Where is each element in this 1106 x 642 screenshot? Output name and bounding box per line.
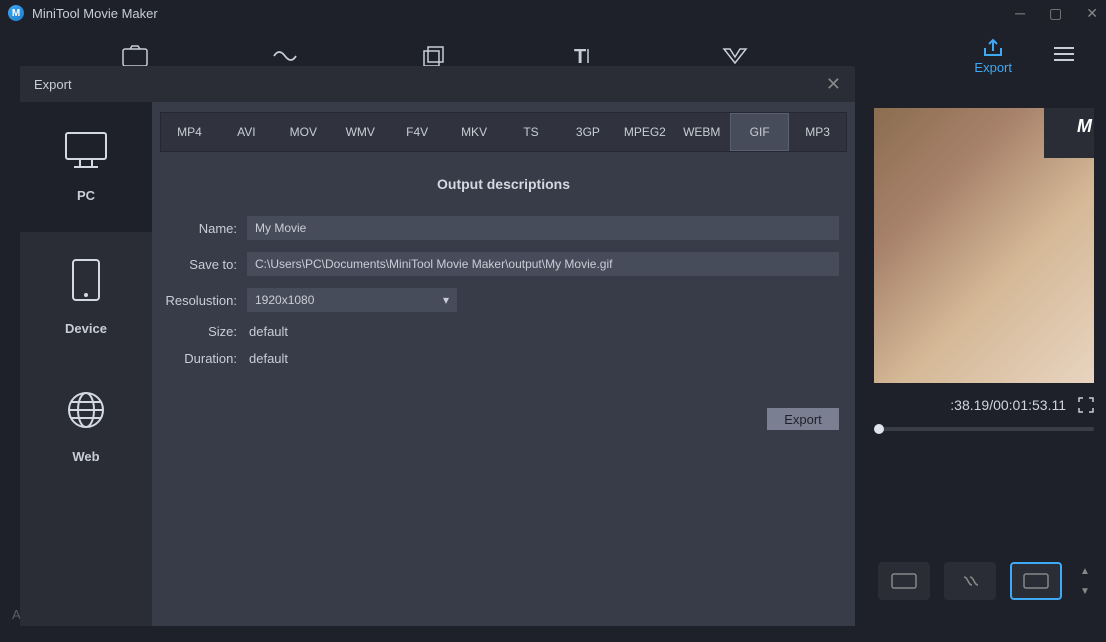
bottom-toolbar: ▲ ▼: [878, 562, 1094, 600]
sidebar-item-label: PC: [77, 188, 95, 203]
transition-tool-icon[interactable]: [210, 45, 360, 67]
preview-slider[interactable]: [874, 427, 1094, 431]
text-tool-icon[interactable]: T: [510, 45, 660, 67]
close-button[interactable]: ✕: [1086, 5, 1098, 22]
output-title: Output descriptions: [152, 152, 855, 216]
format-tab-avi[interactable]: AVI: [218, 113, 275, 151]
timeline-view-3[interactable]: [1010, 562, 1062, 600]
app-title: MiniTool Movie Maker: [32, 6, 1015, 21]
export-tool-button[interactable]: Export: [974, 38, 1012, 75]
stepper-up[interactable]: ▲: [1076, 564, 1094, 578]
fullscreen-icon[interactable]: [1078, 397, 1094, 413]
size-label: Size:: [152, 324, 247, 339]
format-tab-mpeg2[interactable]: MPEG2: [616, 113, 673, 151]
format-tab-mp3[interactable]: MP3: [789, 113, 846, 151]
export-tool-label: Export: [974, 60, 1012, 75]
export-button-row: Export: [152, 366, 855, 430]
duration-row: Duration: default: [152, 351, 839, 366]
dialog-body: PC Device Web MP4 AVI MOV WMV F4V: [20, 102, 855, 626]
saveto-input[interactable]: [247, 252, 839, 276]
preview-video-frame[interactable]: M: [874, 108, 1094, 383]
bottom-stepper: ▲ ▼: [1076, 564, 1094, 598]
saveto-label: Save to:: [152, 257, 247, 272]
stepper-down[interactable]: ▼: [1076, 584, 1094, 598]
timeline-view-2[interactable]: [944, 562, 996, 600]
format-tab-mov[interactable]: MOV: [275, 113, 332, 151]
name-input[interactable]: [247, 216, 839, 240]
format-tab-gif[interactable]: GIF: [730, 113, 789, 151]
sidebar-item-device[interactable]: Device: [20, 232, 152, 362]
app-logo-icon: M: [8, 5, 24, 21]
sidebar-item-web[interactable]: Web: [20, 362, 152, 492]
motion-tool-icon[interactable]: [660, 47, 810, 65]
preview-panel: M :38.19/00:01:53.11: [874, 108, 1094, 431]
export-form: Name: Save to: Resolustion: 1920x1080 ▾ …: [152, 216, 855, 366]
preview-watermark: M: [1077, 116, 1092, 137]
resolution-value: 1920x1080: [255, 293, 314, 307]
sidebar-item-label: Device: [65, 321, 107, 336]
export-icon: [981, 38, 1005, 58]
name-label: Name:: [152, 221, 247, 236]
name-row: Name:: [152, 216, 839, 240]
media-tool-icon[interactable]: [60, 45, 210, 67]
chevron-down-icon: ▾: [443, 293, 449, 307]
export-button[interactable]: Export: [767, 408, 839, 430]
export-dialog: Export ✕ PC Device Web: [20, 66, 855, 626]
titlebar: M MiniTool Movie Maker ─ ▢ ✕: [0, 0, 1106, 26]
sidebar-item-pc[interactable]: PC: [20, 102, 152, 232]
resolution-label: Resolustion:: [152, 293, 247, 308]
window-controls: ─ ▢ ✕: [1015, 5, 1098, 22]
size-row: Size: default: [152, 324, 839, 339]
format-tab-ts[interactable]: TS: [503, 113, 560, 151]
format-tab-wmv[interactable]: WMV: [332, 113, 389, 151]
svg-text:T: T: [574, 46, 586, 67]
format-tabs: MP4 AVI MOV WMV F4V MKV TS 3GP MPEG2 WEB…: [160, 112, 847, 152]
dialog-title: Export: [34, 77, 72, 92]
dialog-close-button[interactable]: ✕: [826, 74, 841, 95]
duration-label: Duration:: [152, 351, 247, 366]
format-tab-mp4[interactable]: MP4: [161, 113, 218, 151]
sidebar-item-label: Web: [72, 449, 99, 464]
export-content-panel: MP4 AVI MOV WMV F4V MKV TS 3GP MPEG2 WEB…: [152, 102, 855, 626]
device-icon: [71, 258, 101, 307]
timeline-view-1[interactable]: [878, 562, 930, 600]
effects-tool-icon[interactable]: [360, 45, 510, 67]
saveto-row: Save to:: [152, 252, 839, 276]
resolution-select[interactable]: 1920x1080 ▾: [247, 288, 457, 312]
preview-slider-thumb[interactable]: [874, 424, 884, 434]
duration-value: default: [247, 351, 288, 366]
preview-timecode-row: :38.19/00:01:53.11: [874, 383, 1094, 427]
minimize-button[interactable]: ─: [1015, 5, 1025, 22]
format-tab-3gp[interactable]: 3GP: [559, 113, 616, 151]
resolution-row: Resolustion: 1920x1080 ▾: [152, 288, 839, 312]
maximize-button[interactable]: ▢: [1049, 5, 1062, 22]
format-tab-mkv[interactable]: MKV: [446, 113, 503, 151]
preview-timecode: :38.19/00:01:53.11: [950, 397, 1066, 413]
format-tab-webm[interactable]: WEBM: [673, 113, 730, 151]
menu-button[interactable]: [1052, 45, 1076, 68]
web-icon: [66, 390, 106, 435]
size-value: default: [247, 324, 288, 339]
pc-icon: [64, 131, 108, 174]
export-sidebar: PC Device Web: [20, 102, 152, 626]
format-tab-f4v[interactable]: F4V: [389, 113, 446, 151]
dialog-header: Export ✕: [20, 66, 855, 102]
